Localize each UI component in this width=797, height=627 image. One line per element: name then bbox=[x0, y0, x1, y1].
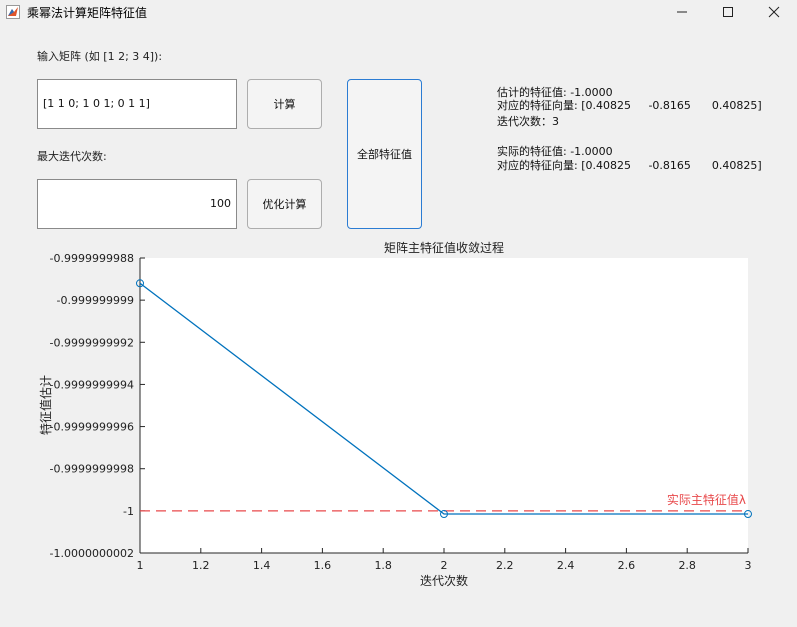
minimize-icon bbox=[677, 11, 687, 13]
x-tick-label: 1.4 bbox=[253, 559, 271, 572]
matrix-input[interactable]: [1 1 0; 1 0 1; 0 1 1] bbox=[37, 79, 237, 129]
y-tick-label: -0.9999999988 bbox=[50, 252, 134, 265]
maximize-button[interactable] bbox=[705, 0, 751, 24]
title-bar: 乘幂法计算矩阵特征值 bbox=[0, 0, 797, 24]
x-axis-label: 迭代次数 bbox=[420, 573, 468, 588]
y-tick-label: -1.0000000002 bbox=[50, 547, 134, 560]
iter-label: 最大迭代次数: bbox=[37, 150, 107, 163]
optimize-button[interactable]: 优化计算 bbox=[247, 179, 322, 229]
plot-area bbox=[140, 258, 748, 553]
actual-eigenvalue: 实际的特征值: -1.0000 bbox=[497, 145, 613, 158]
close-icon bbox=[768, 6, 780, 18]
matlab-icon bbox=[6, 5, 20, 19]
y-tick-label: -0.9999999994 bbox=[50, 378, 134, 391]
y-tick-label: -0.9999999992 bbox=[50, 336, 134, 349]
y-tick-label: -0.999999999 bbox=[57, 294, 134, 307]
x-tick-label: 1.6 bbox=[314, 559, 332, 572]
x-tick-label: 2.4 bbox=[557, 559, 575, 572]
y-axis-label: 特征值估计 bbox=[38, 375, 53, 435]
close-button[interactable] bbox=[751, 0, 797, 24]
y-tick-label: -0.9999999998 bbox=[50, 463, 134, 476]
iter-input[interactable]: 100 bbox=[37, 179, 237, 229]
maximize-icon bbox=[723, 7, 733, 17]
actual-eigenvector: 对应的特征向量: [0.40825 -0.8165 0.40825] bbox=[497, 159, 762, 172]
iteration-count: 迭代次数：3 bbox=[497, 115, 559, 128]
minimize-button[interactable] bbox=[659, 0, 705, 24]
x-tick-label: 3 bbox=[745, 559, 752, 572]
x-tick-label: 2 bbox=[441, 559, 448, 572]
chart-title: 矩阵主特征值收敛过程 bbox=[384, 240, 504, 255]
estimated-eigenvector: 对应的特征向量: [0.40825 -0.8165 0.40825] bbox=[497, 99, 762, 112]
window-title: 乘幂法计算矩阵特征值 bbox=[27, 6, 148, 20]
y-tick-label: -1 bbox=[123, 505, 134, 518]
matrix-label: 输入矩阵 (如 [1 2; 3 4]): bbox=[37, 50, 163, 63]
all-eigenvalues-button[interactable]: 全部特征值 bbox=[347, 79, 422, 229]
compute-button[interactable]: 计算 bbox=[247, 79, 322, 129]
estimated-eigenvalue: 估计的特征值: -1.0000 bbox=[497, 86, 613, 99]
x-tick-label: 2.8 bbox=[678, 559, 696, 572]
convergence-chart: 矩阵主特征值收敛过程 1 1.2 1.4 1.6 1.8 2 2.2 2.4 2.6 2.8 3 -0… bbox=[38, 240, 752, 588]
x-tick-label: 1.8 bbox=[374, 559, 392, 572]
x-tick-label: 2.6 bbox=[618, 559, 636, 572]
reference-line-label: 实际主特征值λ bbox=[667, 492, 746, 507]
x-tick-label: 1 bbox=[137, 559, 144, 572]
y-tick-label: -0.9999999996 bbox=[50, 421, 134, 434]
x-tick-label: 1.2 bbox=[192, 559, 210, 572]
x-tick-label: 2.2 bbox=[496, 559, 514, 572]
